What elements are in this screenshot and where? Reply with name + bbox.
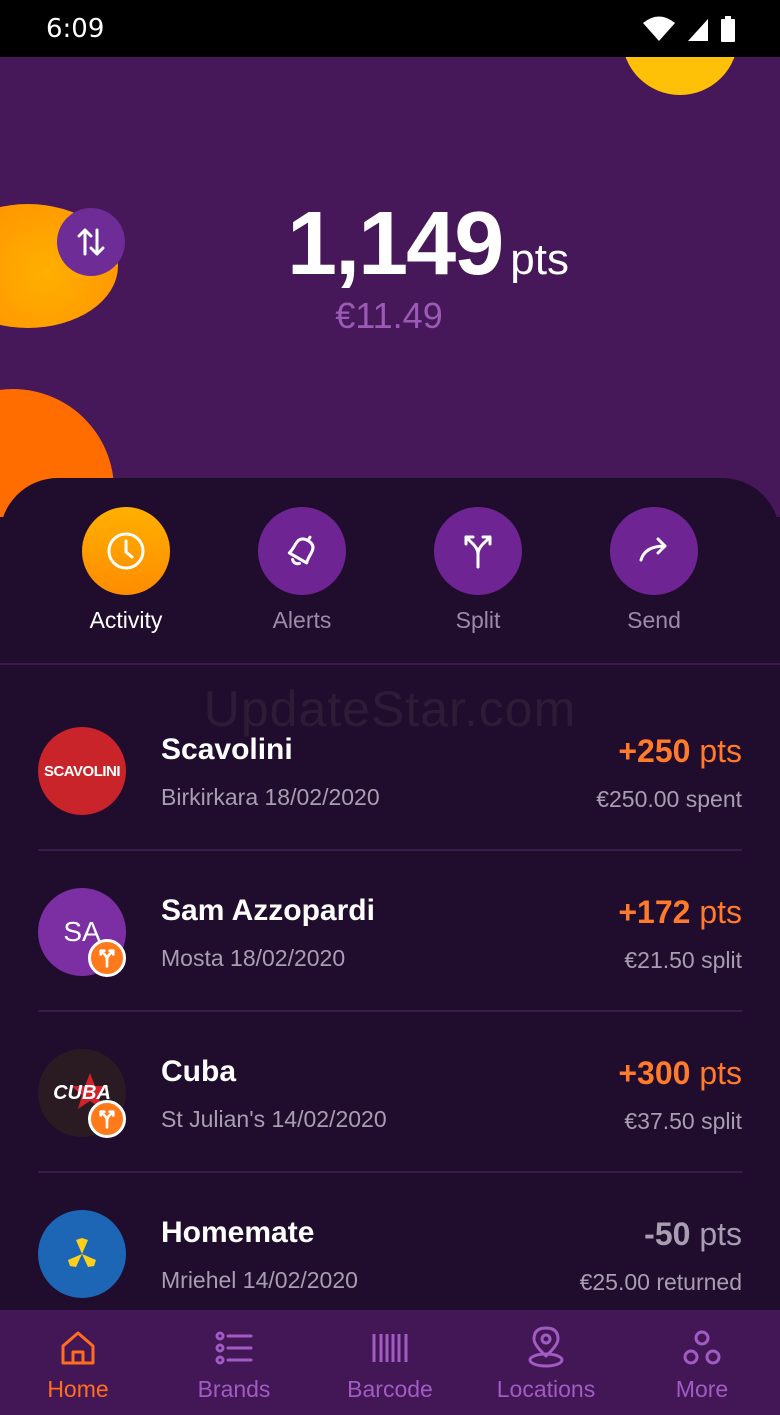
action-label: Split (455, 607, 501, 633)
split-badge (88, 1100, 126, 1138)
home-icon (61, 1331, 95, 1365)
transaction-row[interactable]: Homemate Mriehel 14/02/2020 -50 pts €25.… (0, 1172, 780, 1315)
merchant-name: Sam Azzopardi (161, 894, 375, 927)
main-panel: Activity Alerts Split Send UpdateStar.co… (0, 478, 780, 1315)
tab-label: More (675, 1376, 729, 1402)
wifi-icon (643, 16, 675, 41)
decor-circle-yellow (622, 57, 738, 95)
barcode-icon (372, 1334, 408, 1362)
transaction-amount: €21.50 split (624, 947, 742, 973)
signal-icon (688, 19, 708, 41)
action-split[interactable]: Split (408, 507, 548, 634)
status-time: 6:09 (46, 14, 105, 44)
action-activity-circle (82, 507, 170, 595)
list-icon (215, 1331, 253, 1365)
send-arrow-icon (639, 537, 667, 562)
euro-value: €11.49 (335, 295, 443, 336)
transaction-amount: €25.00 returned (579, 1269, 742, 1295)
balance-hero: 1,149 pts €11.49 (0, 57, 780, 517)
quick-actions: Activity Alerts Split Send (0, 507, 780, 633)
more-dots-icon (683, 1330, 721, 1365)
merchant-name: Cuba (161, 1055, 236, 1088)
transaction-amount: €250.00 spent (596, 786, 742, 812)
action-alerts-circle (258, 507, 346, 595)
bottom-tab-bar: Home Brands Barcode Locations More (0, 1310, 780, 1415)
merchant-name: Homemate (161, 1216, 315, 1249)
action-label: Send (627, 607, 681, 633)
transaction-row[interactable]: SA Sam Azzopardi Mosta 18/02/2020 +172 p… (0, 850, 780, 1012)
transaction-meta: Birkirkara 18/02/2020 (161, 784, 380, 810)
transaction-row[interactable]: SCAVOLINI Scavolini Birkirkara 18/02/202… (0, 689, 780, 851)
points-value: 1,149 (287, 194, 504, 294)
tab-label: Barcode (347, 1376, 433, 1402)
action-label: Alerts (272, 607, 332, 633)
merchant-logo (38, 1210, 126, 1298)
tab-brands[interactable]: Brands (156, 1310, 312, 1415)
merchant-logo: SCAVOLINI (38, 727, 126, 815)
transaction-row[interactable]: CUBA Cuba St Julian's 14/02/2020 +300 pt… (0, 1011, 780, 1173)
bell-icon (287, 535, 315, 566)
location-pin-icon (528, 1326, 564, 1368)
split-badge (88, 939, 126, 977)
status-icons (642, 16, 736, 42)
split-icon (99, 949, 115, 968)
homemate-logo-icon (68, 1238, 96, 1267)
transaction-points: -50 pts (644, 1216, 742, 1252)
action-alerts[interactable]: Alerts (232, 507, 372, 634)
action-send[interactable]: Send (584, 507, 724, 634)
status-bar: 6:09 (0, 0, 780, 57)
action-label: Activity (89, 607, 163, 633)
transaction-points: +300 pts (618, 1055, 742, 1091)
split-icon (99, 1110, 115, 1129)
merchant-logo-text: SCAVOLINI (43, 762, 121, 780)
tab-barcode[interactable]: Barcode (312, 1310, 468, 1415)
points-unit: pts (510, 235, 569, 284)
merchant-name: Scavolini (161, 733, 293, 766)
tab-label: Brands (197, 1376, 271, 1402)
transaction-points: +172 pts (618, 894, 742, 930)
transaction-meta: Mriehel 14/02/2020 (161, 1267, 358, 1293)
transaction-points: +250 pts (618, 733, 742, 769)
actions-divider (0, 663, 780, 665)
tab-label: Locations (496, 1376, 596, 1402)
tab-home[interactable]: Home (0, 1310, 156, 1415)
points-balance: 1,149 pts (0, 193, 780, 296)
action-send-circle (610, 507, 698, 595)
tab-locations[interactable]: Locations (468, 1310, 624, 1415)
tab-more[interactable]: More (624, 1310, 780, 1415)
split-icon (464, 535, 492, 569)
battery-icon (721, 16, 735, 42)
clock-icon (107, 532, 145, 570)
transaction-meta: St Julian's 14/02/2020 (161, 1106, 387, 1132)
transaction-meta: Mosta 18/02/2020 (161, 945, 346, 971)
transaction-amount: €37.50 split (624, 1108, 742, 1134)
tab-label: Home (47, 1376, 109, 1402)
action-activity[interactable]: Activity (56, 507, 196, 634)
action-split-circle (434, 507, 522, 595)
